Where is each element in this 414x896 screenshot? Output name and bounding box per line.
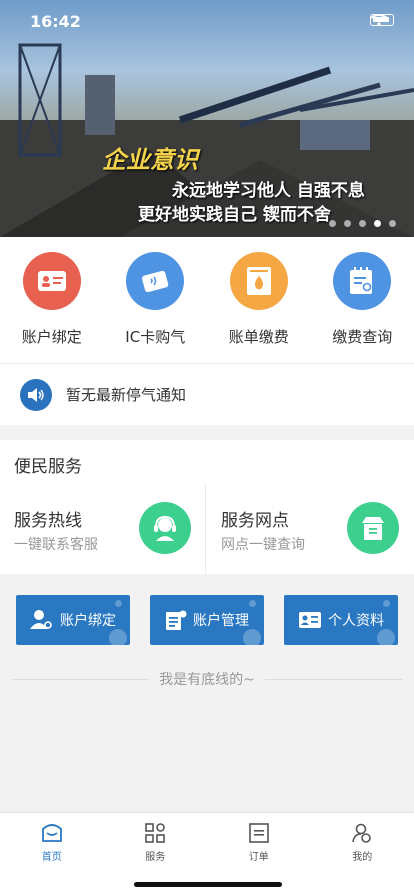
profile-card-icon [298,611,322,629]
home-indicator [134,882,282,887]
carousel-dots [329,220,396,227]
quick-label: 账单缴费 [228,328,289,346]
quick-payment-query[interactable]: 缴费查询 [311,237,414,363]
convenience-services: 便民服务 服务热线 一键联系客服 服务网点 网点一键查询 [0,440,414,574]
carousel-dot[interactable] [344,220,351,227]
service-hotline-sub: 一键联系客服 [14,537,98,553]
quick-bill-pay[interactable]: 账单缴费 [207,237,311,363]
carousel-dot-active[interactable] [374,220,381,227]
carousel-dot[interactable] [359,220,366,227]
status-icons [370,14,394,26]
id-card-icon [22,252,81,310]
tab-service-label: 服务 [145,852,166,863]
banner-carousel[interactable]: 16:42 企业意识 永远地学习他人 自强不息 更好地实践自己 锲而不舍 [0,0,414,237]
banner-mark: 企业意识 [102,145,198,174]
profile-label: 个人资料 [328,613,384,629]
flame-bill-icon [229,252,288,310]
divider [12,678,150,680]
user-link-icon [30,609,54,631]
order-list-icon [248,823,269,843]
service-outlets-card[interactable]: 服务网点 网点一键查询 [207,484,413,574]
service-outlets-sub: 网点一键查询 [221,537,305,553]
tab-orders-label: 订单 [248,852,269,863]
carousel-dot[interactable] [329,220,336,227]
home-screen: 16:42 企业意识 永远地学习他人 自强不息 更好地实践自己 锲而不舍 账户绑… [0,0,414,896]
account-manage-label: 账户管理 [193,613,249,629]
tab-home[interactable]: 首页 [0,813,104,896]
end-of-list: 我是有底线的~ [12,668,403,690]
quick-actions: 账户绑定 IC卡购气 账单缴费 缴费查询 [0,237,414,363]
quick-ic-card[interactable]: IC卡购气 [104,237,208,363]
carousel-dot[interactable] [389,220,396,227]
banner-line-2: 更好地实践自己 锲而不舍 [138,205,331,225]
quick-label: 缴费查询 [332,328,393,346]
banner-line-1: 永远地学习他人 自强不息 [172,181,365,201]
shop-icon [347,502,399,554]
grid-icon [145,823,166,843]
tab-mine[interactable]: 我的 [311,813,414,896]
service-outlets-name: 服务网点 [221,511,289,531]
account-manage-button[interactable]: 账户管理 [150,595,264,645]
account-bind-button[interactable]: 账户绑定 [16,595,130,645]
account-buttons: 账户绑定 账户管理 个人资料 [0,595,414,645]
home-icon [41,824,62,842]
speaker-icon [20,378,52,411]
tab-home-label: 首页 [41,852,62,863]
battery-icon [370,14,394,26]
headset-icon [139,502,191,554]
user-icon [352,823,372,843]
profile-button[interactable]: 个人资料 [284,595,398,645]
end-of-list-text: 我是有底线的~ [159,672,255,688]
document-edit-icon [165,609,187,631]
quick-label: IC卡购气 [125,328,186,346]
service-hotline-name: 服务热线 [14,511,82,531]
services-title: 便民服务 [14,457,82,477]
status-time: 16:42 [30,12,81,31]
notepad-search-icon [333,252,392,310]
divider [264,678,403,680]
quick-label: 账户绑定 [21,328,82,346]
service-hotline-card[interactable]: 服务热线 一键联系客服 [0,484,206,574]
account-bind-label: 账户绑定 [60,613,116,629]
tab-mine-label: 我的 [352,852,373,863]
ic-card-icon [126,252,185,310]
outage-notice[interactable]: 暂无最新停气通知 [0,363,414,425]
notice-text: 暂无最新停气通知 [66,386,187,404]
quick-account-bind[interactable]: 账户绑定 [0,237,104,363]
